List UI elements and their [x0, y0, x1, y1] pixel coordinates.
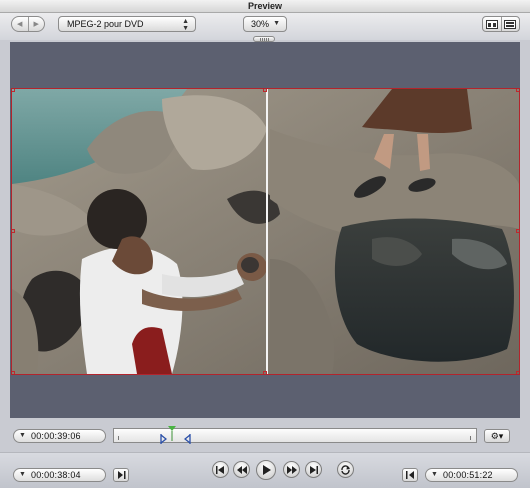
- zoom-popup[interactable]: 30% ▼: [243, 16, 287, 32]
- loop-button[interactable]: [337, 461, 354, 478]
- go-to-end-button[interactable]: [305, 461, 322, 478]
- current-timecode-field[interactable]: ▼ 00:00:39:06: [13, 429, 106, 443]
- edge-handle[interactable]: [12, 229, 15, 233]
- timeline-scrubber[interactable]: [113, 426, 477, 444]
- go-to-start-icon: [117, 471, 125, 479]
- edge-handle[interactable]: [263, 89, 267, 92]
- nav-buttons: ◀ ▶: [11, 16, 45, 32]
- edge-handle[interactable]: [516, 229, 519, 233]
- mark-in-icon[interactable]: [160, 431, 168, 449]
- chevron-right-icon[interactable]: ▶: [27, 17, 45, 31]
- video-frame: [11, 88, 520, 375]
- in-timecode: 00:00:38:04: [31, 470, 81, 480]
- out-timecode-field[interactable]: ▼ 00:00:51:22: [425, 468, 518, 482]
- corner-handle[interactable]: [12, 89, 15, 92]
- go-to-start-icon: [216, 465, 224, 474]
- chevron-left-icon[interactable]: ◀: [12, 17, 28, 31]
- gear-icon: ⚙▾: [490, 430, 504, 441]
- corner-handle[interactable]: [516, 371, 519, 374]
- go-to-out-button[interactable]: [402, 468, 418, 482]
- step-back-icon: [236, 465, 247, 474]
- preset-label: MPEG-2 pour DVD: [67, 19, 144, 29]
- view-mode-buttons: [482, 16, 520, 32]
- mark-out-icon[interactable]: [183, 431, 191, 449]
- video-frame-image: [12, 89, 519, 374]
- popup-arrows-icon: ▲ ▼: [182, 18, 189, 32]
- go-to-start-button[interactable]: [212, 461, 229, 478]
- loop-icon: [341, 464, 350, 475]
- window-title-bar: Preview: [0, 0, 530, 13]
- in-timecode-field[interactable]: ▼ 00:00:38:04: [13, 468, 106, 482]
- step-back-button[interactable]: [233, 461, 250, 478]
- go-to-end-icon: [310, 465, 318, 474]
- go-to-end-icon: [405, 471, 414, 479]
- scrubber-tick: [118, 436, 119, 440]
- playhead[interactable]: [168, 426, 176, 447]
- go-to-in-button[interactable]: [113, 468, 129, 482]
- step-forward-button[interactable]: [283, 461, 300, 478]
- current-timecode: 00:00:39:06: [31, 431, 81, 441]
- chevron-down-icon: ▼: [431, 471, 438, 478]
- scrubber-tick: [470, 436, 471, 440]
- corner-handle[interactable]: [516, 89, 519, 92]
- play-button[interactable]: [256, 460, 276, 480]
- action-button[interactable]: ⚙▾: [484, 429, 510, 443]
- edge-handle[interactable]: [263, 371, 267, 374]
- play-icon: [262, 465, 271, 475]
- out-timecode: 00:00:51:22: [443, 470, 493, 480]
- step-forward-icon: [286, 465, 297, 474]
- chevron-down-icon: ▼: [19, 432, 26, 439]
- corner-handle[interactable]: [12, 371, 15, 374]
- chevron-down-icon: ▼: [19, 471, 26, 478]
- window-title: Preview: [247, 1, 283, 11]
- preset-popup[interactable]: MPEG-2 pour DVD ▲ ▼: [58, 16, 196, 32]
- split-view-icon[interactable]: [483, 17, 501, 31]
- compare-view-icon[interactable]: [500, 17, 520, 31]
- zoom-label: 30%: [251, 19, 270, 29]
- chevron-down-icon: ▼: [273, 20, 280, 27]
